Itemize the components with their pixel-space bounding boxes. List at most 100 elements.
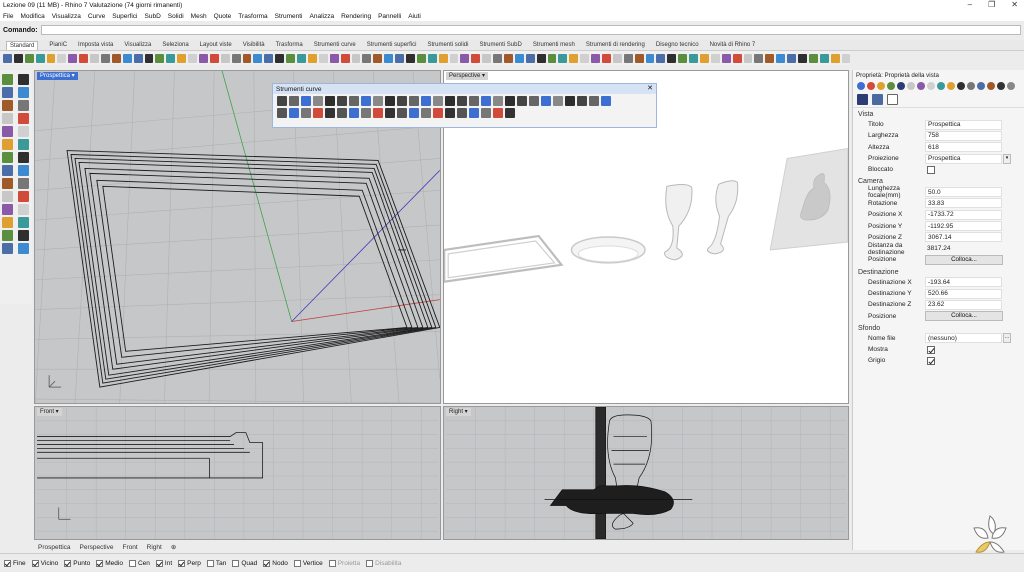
dz-field[interactable]: 23.62 [925, 299, 1002, 310]
sidebar-tool-icon[interactable] [18, 152, 29, 163]
curve-tool-icon[interactable] [421, 108, 431, 118]
curve-tool-icon[interactable] [433, 108, 443, 118]
toolbar-tool-icon[interactable] [808, 53, 818, 63]
toolbar-tool-icon[interactable] [307, 53, 317, 63]
toolbar-tool-icon[interactable] [798, 53, 807, 63]
menu-modifica[interactable]: Modifica [20, 13, 44, 20]
panel-tab-icon[interactable] [917, 82, 925, 90]
toolbar-tool-icon[interactable] [569, 53, 579, 63]
osnap-punto[interactable]: Punto [64, 559, 90, 567]
osnap-checkbox[interactable] [128, 559, 136, 567]
sidebar-tool-icon[interactable] [18, 230, 29, 241]
toolbar-tool-icon[interactable] [547, 53, 557, 63]
panel-tab-icon[interactable] [997, 82, 1005, 90]
toolbar-tool-icon[interactable] [101, 53, 110, 63]
tab-strumenti-curve[interactable]: Strumenti curve [314, 42, 356, 48]
panel-tab-icon[interactable] [1007, 82, 1015, 90]
viewport-title-front[interactable]: Front ▾ [37, 408, 62, 416]
curve-tool-icon[interactable] [469, 108, 479, 118]
posx-field[interactable]: -1733.72 [925, 209, 1002, 220]
tab-strumenti-solidi[interactable]: Strumenti solidi [427, 42, 468, 48]
curve-tool-icon[interactable] [349, 108, 359, 118]
dy-field[interactable]: 520.66 [925, 288, 1002, 299]
curve-tool-icon[interactable] [397, 108, 407, 118]
osnap-checkbox[interactable] [155, 559, 163, 567]
toolbar-tool-icon[interactable] [199, 53, 208, 63]
vtab-prospettica[interactable]: Prospettica [38, 544, 71, 551]
command-input[interactable] [40, 25, 1021, 35]
osnap-checkbox[interactable] [366, 559, 374, 567]
toolbar-tool-icon[interactable] [188, 53, 198, 63]
tab-strumenti-subd[interactable]: Strumenti SubD [479, 42, 521, 48]
panel-tab-icon[interactable] [897, 82, 905, 90]
menu-strumenti[interactable]: Strumenti [275, 13, 303, 20]
toolbar-tool-icon[interactable] [351, 53, 361, 63]
toolbar-tool-icon[interactable] [3, 53, 12, 63]
osnap-tan[interactable]: Tan [206, 559, 226, 567]
curve-tool-icon[interactable] [385, 96, 395, 106]
toolbar-tool-icon[interactable] [155, 53, 165, 63]
toolbar-tool-icon[interactable] [13, 53, 23, 63]
curve-tool-icon[interactable] [325, 96, 335, 106]
toolbar-tool-icon[interactable] [395, 53, 404, 63]
toolbar-tool-icon[interactable] [689, 53, 698, 63]
toolbar-tool-icon[interactable] [493, 53, 502, 63]
tab-visualizza[interactable]: Visualizza [124, 42, 151, 48]
curve-tool-icon[interactable] [277, 108, 287, 118]
panel-tab-icon[interactable] [887, 82, 895, 90]
toolbar-tool-icon[interactable] [612, 53, 622, 63]
menu-quote[interactable]: Quote [214, 13, 232, 20]
toolbar-tool-icon[interactable] [384, 53, 394, 63]
curve-tool-icon[interactable] [481, 108, 491, 118]
posz-field[interactable]: 3067.14 [925, 232, 1002, 243]
toolbar-tool-icon[interactable] [754, 53, 764, 63]
toolbar-tool-icon[interactable] [286, 53, 296, 63]
toolbar-tool-icon[interactable] [721, 53, 731, 63]
curve-tool-icon[interactable] [361, 96, 371, 106]
tab-strumenti-superfici[interactable]: Strumenti superfici [367, 42, 417, 48]
toolbar-tool-icon[interactable] [79, 53, 89, 63]
toolbar-tool-icon[interactable] [57, 53, 67, 63]
viewport-right[interactable]: Right ▾ [443, 406, 849, 540]
toolbar-tool-icon[interactable] [24, 53, 34, 63]
curve-tool-icon[interactable] [457, 96, 467, 106]
grigio-checkbox[interactable] [927, 356, 935, 365]
osnap-cen[interactable]: Cen [128, 559, 150, 567]
menu-aiuti[interactable]: Aiuti [408, 13, 421, 20]
vtab-front[interactable]: Front [123, 544, 138, 551]
toolbar-tool-icon[interactable] [122, 53, 132, 63]
curve-tool-icon[interactable] [373, 96, 383, 106]
tab-standard[interactable]: Standard [6, 40, 39, 50]
toolbar-tool-icon[interactable] [275, 53, 285, 63]
osnap-checkbox[interactable] [64, 559, 72, 567]
camera-icon[interactable] [857, 94, 868, 105]
browse-icon[interactable]: … [1003, 333, 1011, 344]
toolbar-tool-icon[interactable] [678, 53, 688, 63]
tab-seleziona[interactable]: Seleziona [162, 42, 188, 48]
sidebar-tool-icon[interactable] [18, 204, 29, 215]
osnap-checkbox[interactable] [263, 559, 271, 567]
viewport-icon[interactable] [887, 94, 898, 105]
panel-tab-icon[interactable] [877, 82, 885, 90]
toolbar-tool-icon[interactable] [471, 53, 481, 63]
toolbar-tool-icon[interactable] [732, 53, 742, 63]
toolbar-tool-icon[interactable] [623, 53, 633, 63]
menu-analizza[interactable]: Analizza [310, 13, 335, 20]
curve-tool-icon[interactable] [517, 96, 527, 106]
panel-tab-icon[interactable] [947, 82, 955, 90]
toolbar-tool-icon[interactable] [405, 53, 415, 63]
panel-tab-icon[interactable] [977, 82, 985, 90]
sidebar-tool-icon[interactable] [2, 230, 13, 241]
panel-tab-icon[interactable] [857, 82, 865, 90]
toolbar-tool-icon[interactable] [634, 53, 644, 63]
mostra-checkbox[interactable] [927, 345, 935, 354]
sidebar-tool-icon[interactable] [2, 152, 13, 163]
sidebar-tool-icon[interactable] [18, 243, 29, 254]
panel-tab-icon[interactable] [927, 82, 935, 90]
toolbar-tool-icon[interactable] [133, 53, 143, 63]
curve-tool-icon[interactable] [445, 96, 455, 106]
toolbar-tool-icon[interactable] [830, 53, 840, 63]
sidebar-tool-icon[interactable] [2, 74, 13, 85]
close-icon[interactable]: ✕ [647, 84, 653, 92]
curve-tool-icon[interactable] [313, 96, 323, 106]
